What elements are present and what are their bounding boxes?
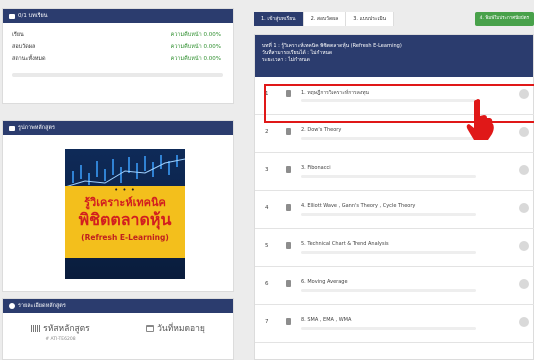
progress-card-header: 0/1 บทเรียน bbox=[3, 9, 233, 23]
lesson-status-icon bbox=[519, 165, 529, 175]
pointing-hand-icon bbox=[466, 99, 494, 140]
document-icon bbox=[286, 318, 291, 325]
progress-row-label: สถานะทั้งหมด bbox=[12, 56, 46, 62]
course-tabs: 1. เข้าสู่บทเรียน 2. สอบวัดผล 3. แบบประเ… bbox=[254, 12, 534, 26]
lesson-row[interactable]: 5 5. Technical Chart & Trend Analysis bbox=[255, 229, 534, 267]
progress-card: 0/1 บทเรียน เรียน ความคืบหน้า 0.00% สอบว… bbox=[2, 8, 234, 104]
lesson-number: 6 bbox=[265, 281, 269, 287]
barcode-icon bbox=[31, 324, 41, 332]
lesson-progress-track bbox=[301, 289, 476, 292]
lesson-panel: บทที่ 1 : รู้วิเคราะห์เทคนิค พิชิตตลาดหุ… bbox=[254, 34, 534, 360]
lesson-title: 4. Elliott Wave , Gann's Theory , Cycle … bbox=[301, 203, 416, 209]
lesson-number: 2 bbox=[265, 129, 269, 135]
lesson-number: 3 bbox=[265, 167, 269, 173]
lesson-title: 8. SMA , EMA , WMA bbox=[301, 317, 352, 323]
lesson-status-icon bbox=[519, 241, 529, 251]
calendar-icon bbox=[146, 324, 155, 332]
chapter-duration: ระยะเวลา : ไม่กำหนด bbox=[262, 57, 310, 63]
document-icon bbox=[286, 242, 291, 249]
detail-card: รายละเอียดหลักสูตร รหัสหลักสูตร # ATI-TE… bbox=[2, 298, 234, 360]
lesson-progress-track bbox=[301, 175, 476, 178]
lesson-status-icon bbox=[519, 279, 529, 289]
lesson-progress-track bbox=[301, 99, 476, 102]
lesson-row[interactable]: 3 3. Fibonacci bbox=[255, 153, 534, 191]
chapter-header: บทที่ 1 : รู้วิเคราะห์เทคนิค พิชิตตลาดหุ… bbox=[255, 35, 533, 77]
progress-row-label: เรียน bbox=[12, 32, 24, 38]
tab-evaluation[interactable]: 3. แบบประเมิน bbox=[346, 12, 395, 26]
course-code-value: # ATI-TE6208 bbox=[45, 337, 76, 342]
lesson-row[interactable]: 4 4. Elliott Wave , Gann's Theory , Cycl… bbox=[255, 191, 534, 229]
overall-progress-bar bbox=[12, 73, 223, 77]
detail-card-header: รายละเอียดหลักสูตร bbox=[3, 299, 233, 313]
cover-title-line2: พิชิตตลาดหุ้น bbox=[78, 210, 172, 229]
lesson-status-icon bbox=[519, 89, 529, 99]
detail-header-label: รายละเอียดหลักสูตร bbox=[18, 303, 66, 309]
cover-card: รูปภาพหลักสูตร • • • รู้วิเคราะห์เทคนิค … bbox=[2, 120, 234, 292]
document-icon bbox=[286, 166, 291, 173]
progress-header-label: 0/1 บทเรียน bbox=[18, 13, 48, 19]
progress-row-total: สถานะทั้งหมด ความคืบหน้า 0.00% bbox=[3, 53, 233, 65]
lesson-status-icon bbox=[519, 203, 529, 213]
lesson-progress-track bbox=[301, 327, 476, 330]
tab-enter-lesson[interactable]: 1. เข้าสู่บทเรียน bbox=[254, 12, 304, 26]
progress-row-value: ความคืบหน้า 0.00% bbox=[170, 56, 221, 62]
progress-row-value: ความคืบหน้า 0.00% bbox=[170, 32, 221, 38]
lesson-status-icon bbox=[519, 317, 529, 327]
document-icon bbox=[286, 280, 291, 287]
lesson-title: 1. ทฤษฎีการวิเคราะห์การลงทุน bbox=[301, 90, 369, 96]
lesson-title: 3. Fibonacci bbox=[301, 165, 331, 171]
course-code-label: รหัสหลักสูตร bbox=[43, 324, 90, 334]
lesson-progress-track bbox=[301, 213, 476, 216]
chapter-availability: วันที่สามารถเรียนได้ : ไม่กำหนด bbox=[262, 50, 333, 56]
lesson-status-icon bbox=[519, 127, 529, 137]
lesson-title: 5. Technical Chart & Trend Analysis bbox=[301, 241, 389, 247]
cover-card-header: รูปภาพหลักสูตร bbox=[3, 121, 233, 135]
lesson-title: 6. Moving Average bbox=[301, 279, 348, 285]
expiry-label: วันที่หมดอายุ bbox=[157, 324, 205, 334]
document-icon bbox=[286, 128, 291, 135]
progress-row-value: ความคืบหน้า 0.00% bbox=[170, 44, 221, 50]
lesson-number: 1 bbox=[265, 91, 269, 97]
cover-header-label: รูปภาพหลักสูตร bbox=[18, 125, 55, 131]
lesson-progress-track bbox=[301, 137, 476, 140]
lesson-number: 4 bbox=[265, 205, 269, 211]
lesson-number: 5 bbox=[265, 243, 269, 249]
lesson-progress-track bbox=[301, 251, 476, 254]
print-certificate-button[interactable]: 4. พิมพ์ใบประกาศนียบัตร bbox=[474, 12, 534, 26]
course-cover-image: • • • รู้วิเคราะห์เทคนิค พิชิตตลาดหุ้น (… bbox=[65, 149, 185, 279]
document-icon bbox=[286, 90, 291, 97]
lesson-number: 7 bbox=[265, 319, 269, 325]
progress-row-study: เรียน ความคืบหน้า 0.00% bbox=[3, 29, 233, 41]
lesson-row[interactable]: 6 6. Moving Average bbox=[255, 267, 534, 305]
info-icon bbox=[9, 303, 15, 309]
document-icon bbox=[286, 204, 291, 211]
image-icon bbox=[9, 125, 15, 131]
course-code: รหัสหลักสูตร # ATI-TE6208 bbox=[31, 321, 90, 342]
tab-exam[interactable]: 2. สอบวัดผล bbox=[303, 12, 347, 26]
progress-row-label: สอบวัดผล bbox=[12, 44, 36, 50]
progress-row-exam: สอบวัดผล ความคืบหน้า 0.00% bbox=[3, 41, 233, 53]
chapter-title: บทที่ 1 : รู้วิเคราะห์เทคนิค พิชิตตลาดหุ… bbox=[262, 43, 402, 49]
lesson-row[interactable]: 7 8. SMA , EMA , WMA bbox=[255, 305, 534, 343]
book-icon bbox=[9, 13, 15, 19]
lesson-title: 2. Dow's Theory bbox=[301, 127, 342, 133]
course-expiry: วันที่หมดอายุ bbox=[146, 321, 205, 342]
cover-title-line3: (Refresh E-Learning) bbox=[81, 233, 169, 242]
